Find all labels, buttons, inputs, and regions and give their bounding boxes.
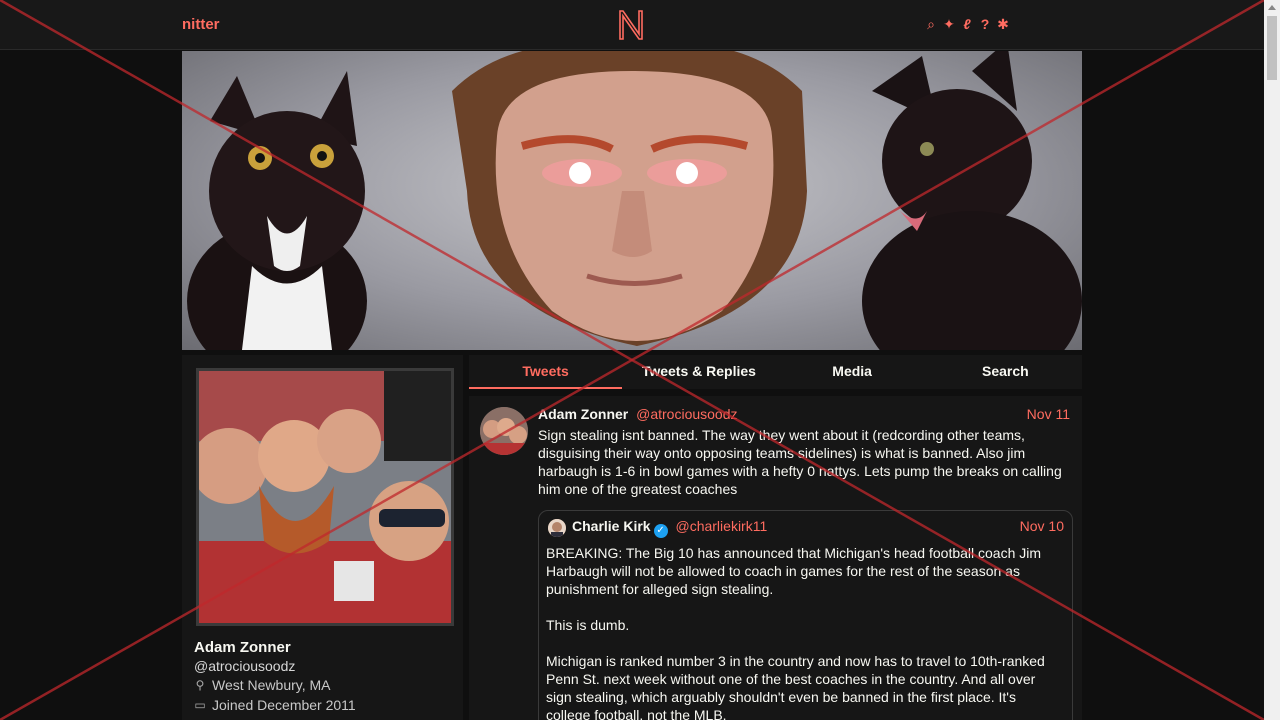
tweet-avatar-photo: [480, 407, 528, 455]
profile-username[interactable]: @atrociousoodz: [194, 658, 295, 674]
verified-icon: ✓: [653, 524, 668, 538]
navbar: nitter ⌕ ✦ ℓ ? ✱: [0, 0, 1264, 50]
tab-tweets[interactable]: Tweets: [469, 355, 623, 389]
quoted-tweet[interactable]: Charlie Kirk ✓ @charliekirk11 Nov 10 BREA…: [538, 510, 1073, 720]
tweet-avatar[interactable]: [480, 407, 528, 455]
profile-fullname[interactable]: Adam Zonner: [194, 639, 291, 656]
page-scrollbar[interactable]: [1264, 0, 1280, 720]
tweet-fullname[interactable]: Adam Zonner: [538, 406, 628, 422]
nitter-logo[interactable]: [617, 8, 645, 42]
profile-joined: Joined December 2011: [212, 697, 356, 713]
quote-username[interactable]: @charliekirk11: [675, 518, 767, 534]
tweet-username[interactable]: @atrociousoodz: [636, 406, 737, 422]
settings-icon[interactable]: ✱: [996, 16, 1010, 32]
avatar-photo: [199, 371, 451, 623]
profile-joined-row: ▭ Joined December 2011: [194, 697, 356, 713]
help-icon[interactable]: ?: [978, 16, 992, 32]
profile-avatar[interactable]: [196, 368, 454, 626]
quote-paragraph: This is dumb.: [546, 617, 630, 633]
scroll-thumb[interactable]: [1267, 16, 1277, 80]
tweet-date[interactable]: Nov 11: [1027, 406, 1070, 422]
tab-search[interactable]: Search: [929, 355, 1082, 389]
nav-icons: ⌕ ✦ ℓ ? ✱: [924, 16, 1010, 32]
profile-location-row: ⚲ West Newbury, MA: [194, 677, 331, 693]
quote-paragraph: Michigan is ranked number 3 in the count…: [546, 653, 1045, 720]
quote-avatar-photo: [548, 519, 566, 537]
rss-icon[interactable]: ℓ: [960, 16, 974, 32]
quote-header: Charlie Kirk ✓ @charliekirk11 Nov 10: [572, 518, 1064, 538]
brand-link[interactable]: nitter: [182, 16, 220, 33]
timeline-tabs: Tweets Tweets & Replies Media Search: [469, 355, 1082, 389]
profile-card: Adam Zonner @atrociousoodz ⚲ West Newbur…: [182, 355, 463, 720]
scroll-up-arrow[interactable]: [1268, 5, 1276, 10]
search-icon[interactable]: ⌕: [924, 16, 938, 32]
profile-location: West Newbury, MA: [212, 677, 331, 693]
quote-text: BREAKING: The Big 10 has announced that …: [546, 544, 1061, 720]
location-icon: ⚲: [195, 678, 205, 692]
bird-icon[interactable]: ✦: [942, 16, 956, 32]
timeline: Adam Zonner @atrociousoodz Nov 11 Sign s…: [469, 396, 1082, 720]
tab-tweets-replies[interactable]: Tweets & Replies: [622, 355, 775, 389]
tweet-text: Sign stealing isnt banned. The way they …: [538, 427, 1062, 497]
quote-fullname[interactable]: Charlie Kirk: [572, 518, 651, 534]
tab-media[interactable]: Media: [776, 355, 929, 389]
quote-paragraph: BREAKING: The Big 10 has announced that …: [546, 545, 1042, 597]
quote-date[interactable]: Nov 10: [1020, 518, 1064, 534]
quote-avatar[interactable]: [548, 519, 566, 537]
profile-banner[interactable]: [182, 51, 1082, 350]
banner-image: [187, 51, 1082, 350]
tweet-header: Adam Zonner @atrociousoodz Nov 11: [538, 406, 1070, 424]
calendar-icon: ▭: [194, 698, 206, 712]
